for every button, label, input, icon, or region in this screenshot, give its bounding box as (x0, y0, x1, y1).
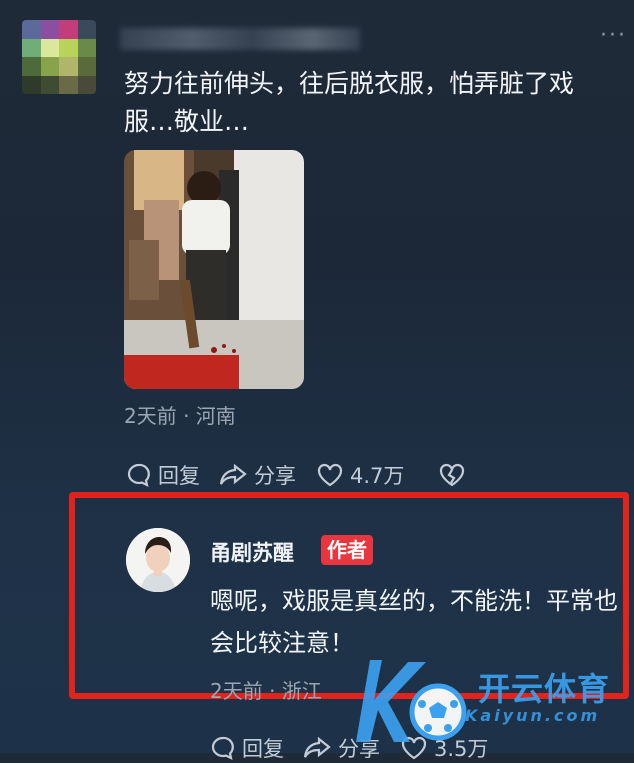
share-label: 分享 (254, 464, 296, 488)
watermark-logo-icon (348, 650, 473, 754)
reply-reply-button[interactable]: 回复 (210, 733, 284, 763)
share-arrow-icon (303, 736, 331, 758)
reply-meta: 2天前 · 浙江 (210, 679, 322, 703)
comment-meta: 2天前 · 河南 (124, 404, 236, 428)
reply-button[interactable]: 回复 (126, 460, 200, 490)
chat-bubble-icon (211, 736, 234, 760)
share-arrow-icon (219, 463, 247, 485)
chat-bubble-icon (127, 463, 150, 487)
share-button[interactable]: 分享 (218, 460, 296, 490)
commenter-avatar[interactable] (22, 20, 96, 94)
commenter-username-blurred[interactable] (120, 28, 360, 50)
reply-label: 回复 (158, 464, 200, 488)
like-button[interactable]: 4.7万 (316, 460, 404, 490)
broken-heart-icon (440, 463, 465, 487)
author-name[interactable]: 甬剧苏醒 (210, 537, 294, 567)
author-badge: 作者 (321, 535, 373, 565)
watermark-domain: Kaiyun.com (465, 706, 601, 725)
like-count: 4.7万 (350, 464, 405, 488)
comment-photo[interactable] (124, 150, 304, 389)
watermark-brand: 开云体育 (478, 670, 611, 708)
heart-icon (317, 463, 343, 487)
reply-reply-label: 回复 (242, 737, 284, 761)
dislike-button[interactable] (438, 462, 466, 488)
author-avatar[interactable] (126, 528, 190, 592)
comment-actions: 回复 分享 4.7万 (126, 460, 466, 490)
comment-text: 努力往前伸头，往后脱衣服，怕弄脏了戏服…敬业… (124, 69, 575, 136)
more-options-icon[interactable]: ··· (600, 25, 627, 47)
